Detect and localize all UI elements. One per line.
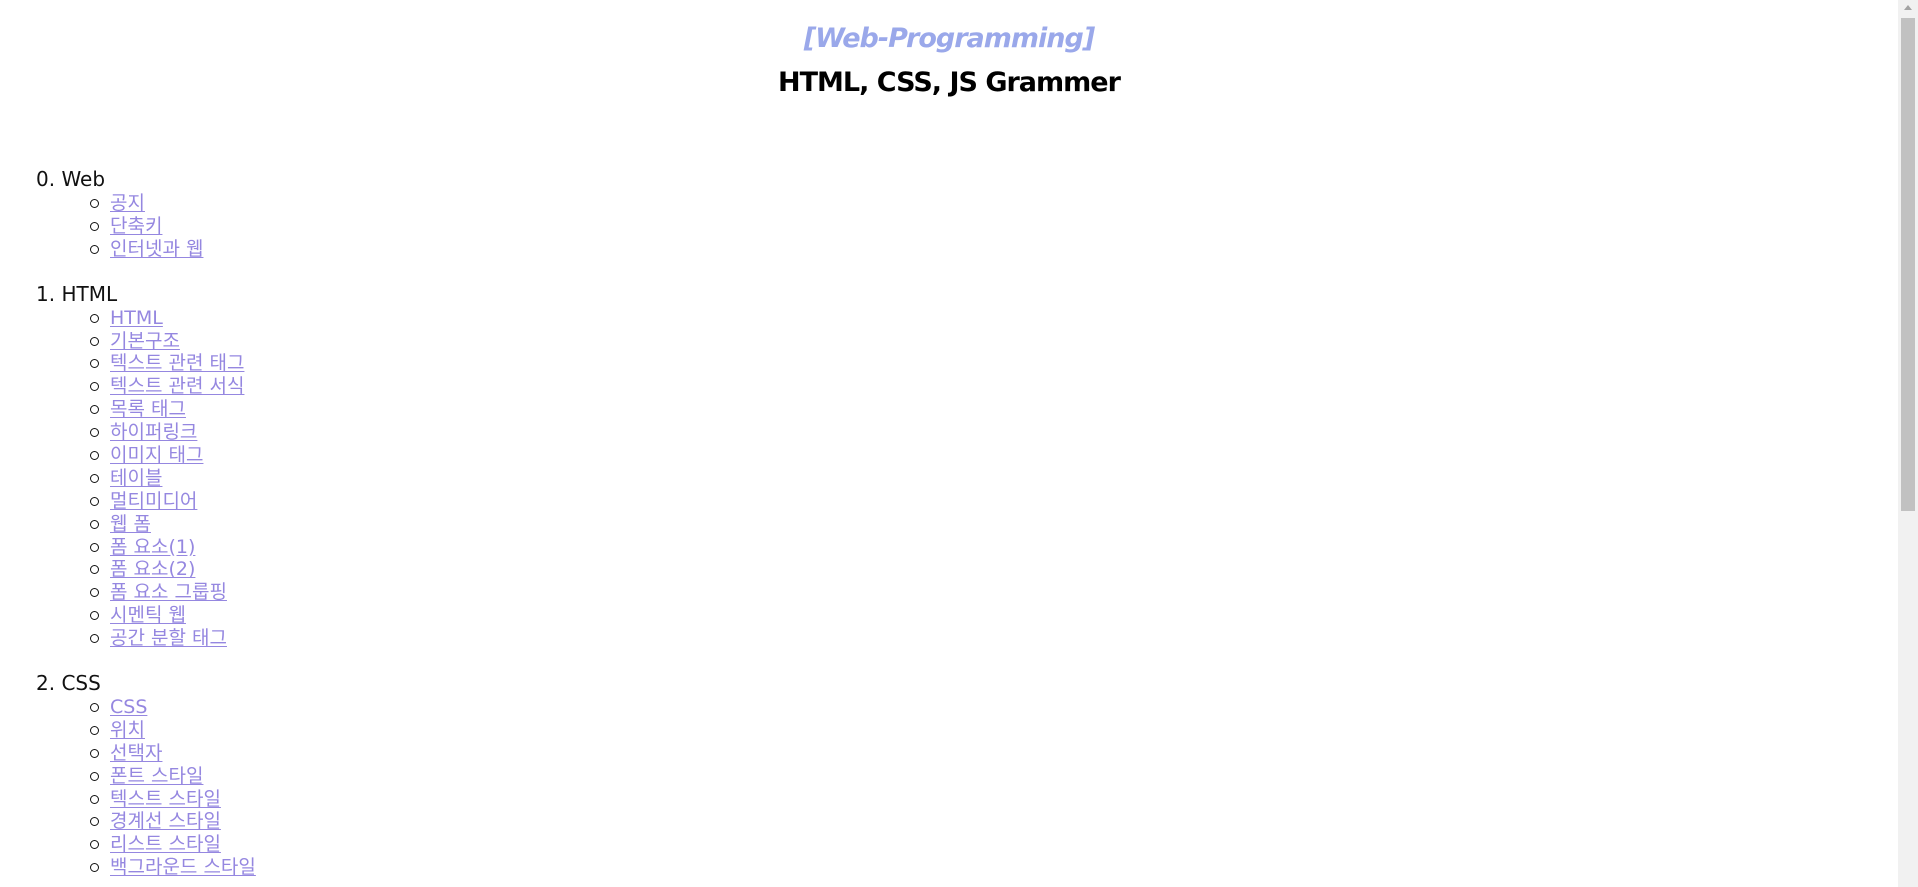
list-item: 공간 분할 태그 (90, 626, 1898, 649)
page-subtitle: [Web-Programming] (803, 23, 1095, 54)
list-item: 단축키 (90, 214, 1898, 237)
table-of-contents: 0. Web 공지 단축키 인터넷과 웹 1. HTML HTML 기본구조 텍스트 관련 태… (0, 168, 1898, 879)
circle-outline-bullet-icon (90, 703, 99, 713)
circle-outline-bullet-icon (90, 794, 99, 804)
list-item: 경계선 스타일 (90, 809, 1898, 832)
list-item: 텍스트 관련 서식 (90, 374, 1898, 397)
toc-link[interactable]: 하이퍼링크 (110, 421, 197, 443)
circle-outline-bullet-icon (90, 451, 99, 461)
list-item: 백그라운드 스타일 (90, 855, 1898, 878)
list-item: 텍스트 스타일 (90, 787, 1898, 810)
list-item: 텍스트 관련 태그 (90, 351, 1898, 374)
circle-outline-bullet-icon (90, 588, 99, 598)
toc-link[interactable]: 폰트 스타일 (110, 765, 203, 787)
circle-outline-bullet-icon (90, 542, 99, 552)
circle-outline-bullet-icon (90, 359, 99, 369)
toc-link[interactable]: 테이블 (110, 467, 162, 489)
circle-outline-bullet-icon (90, 519, 99, 529)
list-item: 위치 (90, 718, 1898, 741)
toc-link[interactable]: 텍스트 관련 태그 (110, 352, 244, 374)
page-content: [Web-Programming] HTML, CSS, JS Grammer … (0, 0, 1898, 887)
toc-link[interactable]: 공지 (110, 192, 145, 214)
toc-link[interactable]: 목록 태그 (110, 398, 186, 420)
toc-link[interactable]: 폼 요소(2) (110, 558, 195, 580)
toc-link[interactable]: 리스트 스타일 (110, 833, 221, 855)
list-item: 시멘틱 웹 (90, 603, 1898, 626)
chevron-up-icon[interactable] (1904, 5, 1912, 10)
toc-link[interactable]: 백그라운드 스타일 (110, 856, 256, 878)
toc-link[interactable]: 이미지 태그 (110, 444, 203, 466)
circle-outline-bullet-icon (90, 840, 99, 850)
circle-outline-bullet-icon (90, 634, 99, 644)
circle-outline-bullet-icon (90, 428, 99, 438)
circle-outline-bullet-icon (90, 313, 99, 323)
section-link-list: HTML 기본구조 텍스트 관련 태그 텍스트 관련 서식 목록 태그 하이퍼링크 이미지 … (36, 306, 1898, 649)
toc-link[interactable]: 폼 요소(1) (110, 536, 195, 558)
list-item: CSS (90, 695, 1898, 718)
circle-outline-bullet-icon (90, 336, 99, 346)
list-item: 공지 (90, 191, 1898, 214)
toc-link[interactable]: CSS (110, 696, 147, 718)
circle-outline-bullet-icon (90, 817, 99, 827)
circle-outline-bullet-icon (90, 748, 99, 758)
circle-outline-bullet-icon (90, 405, 99, 415)
page-header: [Web-Programming] HTML, CSS, JS Grammer (0, 0, 1898, 100)
toc-section: 0. Web 공지 단축키 인터넷과 웹 (36, 168, 1898, 260)
toc-link[interactable]: 단축키 (110, 215, 162, 237)
circle-outline-bullet-icon (90, 199, 99, 208)
toc-link[interactable]: 공간 분할 태그 (110, 627, 227, 649)
page-title: HTML, CSS, JS Grammer (778, 67, 1121, 98)
list-item: 웹 폼 (90, 512, 1898, 535)
scrollbar-thumb[interactable] (1901, 18, 1915, 511)
section-title: 1. HTML (36, 281, 118, 306)
toc-link[interactable]: 텍스트 관련 서식 (110, 375, 244, 397)
section-title: 2. CSS (36, 671, 101, 696)
list-item: 기본구조 (90, 329, 1898, 352)
list-item: 폰트 스타일 (90, 764, 1898, 787)
circle-outline-bullet-icon (90, 496, 99, 506)
toc-link[interactable]: 텍스트 스타일 (110, 788, 221, 810)
list-item: 하이퍼링크 (90, 420, 1898, 443)
toc-link[interactable]: 위치 (110, 719, 145, 741)
section-link-list: 공지 단축키 인터넷과 웹 (36, 191, 1898, 260)
circle-outline-bullet-icon (90, 863, 99, 873)
list-item: 폼 요소 그룹핑 (90, 580, 1898, 603)
toc-link[interactable]: 시멘틱 웹 (110, 604, 186, 626)
circle-outline-bullet-icon (90, 725, 99, 735)
toc-link[interactable]: 인터넷과 웹 (110, 238, 203, 260)
toc-link[interactable]: 선택자 (110, 742, 162, 764)
toc-link[interactable]: 경계선 스타일 (110, 810, 221, 832)
toc-link[interactable]: 멀티미디어 (110, 490, 197, 512)
circle-outline-bullet-icon (90, 611, 99, 621)
toc-section: 2. CSS CSS 위치 선택자 폰트 스타일 텍스트 스타일 경계선 스타일 리스트 스타… (36, 671, 1898, 879)
list-item: 선택자 (90, 741, 1898, 764)
vertical-scrollbar[interactable] (1898, 0, 1918, 887)
list-item: 리스트 스타일 (90, 832, 1898, 855)
toc-link[interactable]: 웹 폼 (110, 513, 151, 535)
section-title: 0. Web (36, 167, 106, 191)
circle-outline-bullet-icon (90, 473, 99, 483)
browser-page: [Web-Programming] HTML, CSS, JS Grammer … (0, 0, 1918, 887)
circle-outline-bullet-icon (90, 565, 99, 575)
section-link-list: CSS 위치 선택자 폰트 스타일 텍스트 스타일 경계선 스타일 리스트 스타일 백그라운드… (36, 695, 1898, 878)
list-item: 테이블 (90, 466, 1898, 489)
circle-outline-bullet-icon (90, 221, 99, 231)
circle-outline-bullet-icon (90, 771, 99, 781)
circle-outline-bullet-icon (90, 382, 99, 392)
circle-outline-bullet-icon (90, 244, 99, 254)
toc-link[interactable]: 기본구조 (110, 330, 180, 352)
toc-section: 1. HTML HTML 기본구조 텍스트 관련 태그 텍스트 관련 서식 목록 태그 하이… (36, 281, 1898, 649)
toc-link[interactable]: 폼 요소 그룹핑 (110, 581, 227, 603)
list-item: 인터넷과 웹 (90, 237, 1898, 260)
list-item: HTML (90, 306, 1898, 329)
toc-link[interactable]: HTML (110, 307, 163, 329)
list-item: 목록 태그 (90, 397, 1898, 420)
list-item: 폼 요소(1) (90, 535, 1898, 558)
list-item: 폼 요소(2) (90, 557, 1898, 580)
list-item: 멀티미디어 (90, 489, 1898, 512)
list-item: 이미지 태그 (90, 443, 1898, 466)
